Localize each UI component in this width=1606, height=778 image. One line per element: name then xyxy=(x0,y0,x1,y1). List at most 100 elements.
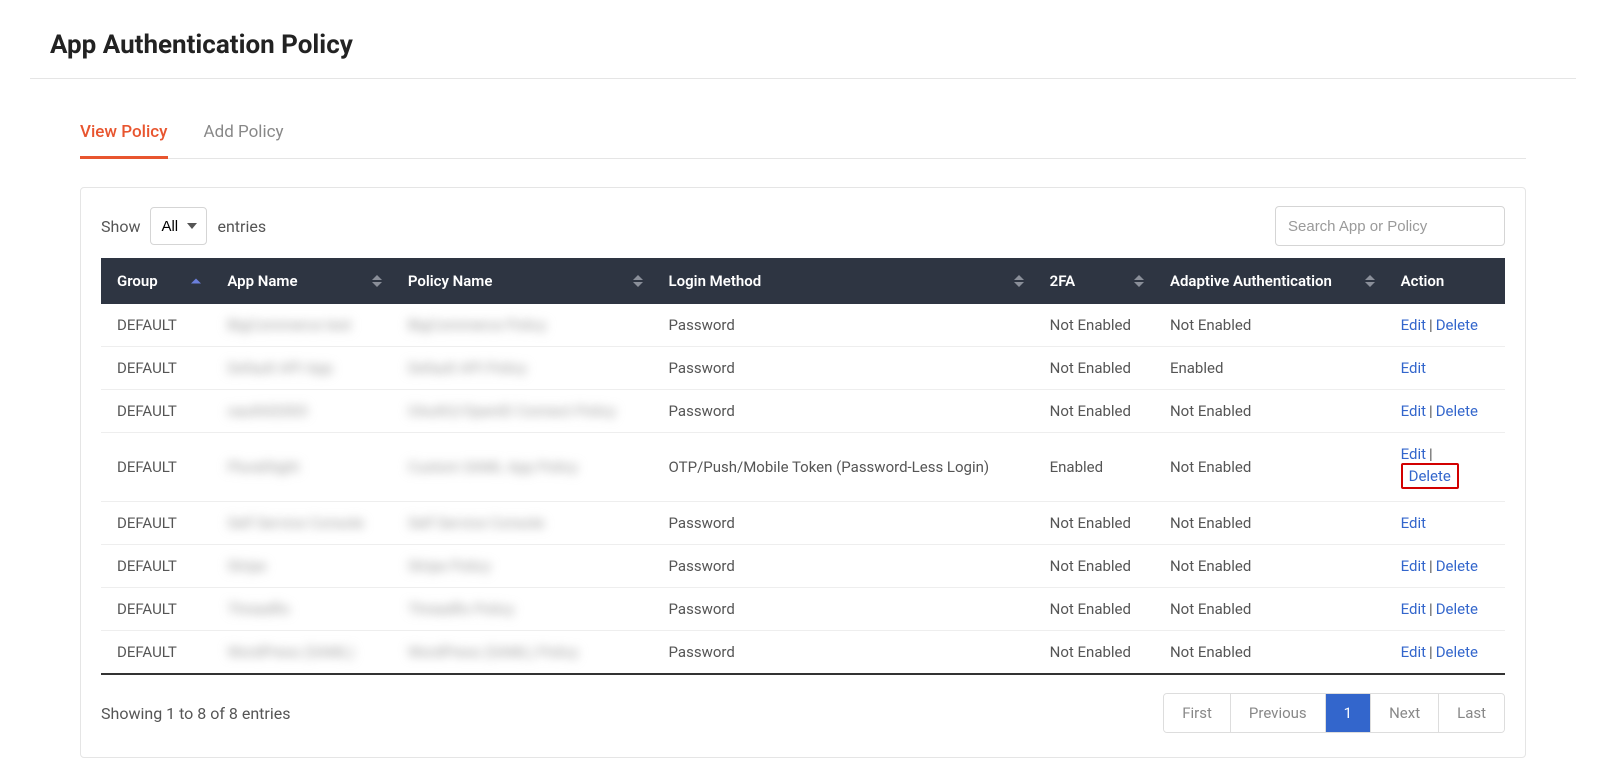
col-action-label: Action xyxy=(1401,272,1445,290)
sort-icon xyxy=(1365,275,1375,287)
action-separator: | xyxy=(1426,316,1436,334)
cell-adaptive: Not Enabled xyxy=(1154,502,1385,545)
sort-icon xyxy=(1134,275,1144,287)
cell-2fa: Not Enabled xyxy=(1034,502,1154,545)
action-separator: | xyxy=(1426,600,1436,618)
cell-app-name: Default API App xyxy=(211,347,392,390)
cell-policy-name: Custom SAML App Policy xyxy=(392,433,653,502)
cell-adaptive: Not Enabled xyxy=(1154,545,1385,588)
cell-app-name: Stripe xyxy=(211,545,392,588)
table-info: Showing 1 to 8 of 8 entries xyxy=(101,704,290,723)
cell-login-method: Password xyxy=(653,631,1034,675)
entries-select[interactable]: All xyxy=(150,207,207,245)
cell-adaptive: Not Enabled xyxy=(1154,390,1385,433)
cell-adaptive: Enabled xyxy=(1154,347,1385,390)
col-login-method[interactable]: Login Method xyxy=(653,258,1034,304)
pager-first[interactable]: First xyxy=(1164,694,1230,732)
cell-policy-name: Self Service Console xyxy=(392,502,653,545)
cell-adaptive: Not Enabled xyxy=(1154,631,1385,675)
cell-action: Edit|Delete xyxy=(1385,304,1505,347)
cell-group: DEFAULT xyxy=(101,390,211,433)
cell-app-name: WordPress (SAML) xyxy=(211,631,392,675)
table-row: DEFAULTBigCommerce testBigCommerce Polic… xyxy=(101,304,1505,347)
col-action: Action xyxy=(1385,258,1505,304)
cell-group: DEFAULT xyxy=(101,588,211,631)
cell-group: DEFAULT xyxy=(101,545,211,588)
edit-link[interactable]: Edit xyxy=(1401,557,1426,575)
col-policy-label: Policy Name xyxy=(408,272,493,290)
table-row: DEFAULToauth02003OAuth2/OpenID Connect P… xyxy=(101,390,1505,433)
cell-action: Edit|Delete xyxy=(1385,433,1505,502)
cell-adaptive: Not Enabled xyxy=(1154,433,1385,502)
col-2fa-label: 2FA xyxy=(1050,272,1076,290)
cell-login-method: Password xyxy=(653,390,1034,433)
cell-policy-name: WordPress (SAML) Policy xyxy=(392,631,653,675)
cell-group: DEFAULT xyxy=(101,502,211,545)
cell-app-name: oauth02003 xyxy=(211,390,392,433)
cell-2fa: Enabled xyxy=(1034,433,1154,502)
cell-group: DEFAULT xyxy=(101,433,211,502)
edit-link[interactable]: Edit xyxy=(1401,445,1426,463)
pager-next[interactable]: Next xyxy=(1370,694,1438,732)
edit-link[interactable]: Edit xyxy=(1401,514,1426,532)
cell-login-method: Password xyxy=(653,545,1034,588)
delete-link[interactable]: Delete xyxy=(1436,316,1478,334)
cell-action: Edit xyxy=(1385,502,1505,545)
edit-link[interactable]: Edit xyxy=(1401,643,1426,661)
pager-prev[interactable]: Previous xyxy=(1230,694,1325,732)
cell-login-method: Password xyxy=(653,588,1034,631)
cell-action: Edit|Delete xyxy=(1385,545,1505,588)
cell-action: Edit|Delete xyxy=(1385,631,1505,675)
delete-link[interactable]: Delete xyxy=(1436,557,1478,575)
pager: First Previous 1 Next Last xyxy=(1163,693,1505,733)
edit-link[interactable]: Edit xyxy=(1401,359,1426,377)
cell-2fa: Not Enabled xyxy=(1034,304,1154,347)
pager-last[interactable]: Last xyxy=(1438,694,1504,732)
col-group[interactable]: Group xyxy=(101,258,211,304)
cell-group: DEFAULT xyxy=(101,347,211,390)
edit-link[interactable]: Edit xyxy=(1401,316,1426,334)
delete-link[interactable]: Delete xyxy=(1436,402,1478,420)
cell-action: Edit|Delete xyxy=(1385,588,1505,631)
col-adaptive-label: Adaptive Authentication xyxy=(1170,272,1332,290)
cell-adaptive: Not Enabled xyxy=(1154,588,1385,631)
sort-icon xyxy=(1014,275,1024,287)
col-login-label: Login Method xyxy=(669,272,762,290)
delete-link[interactable]: Delete xyxy=(1436,643,1478,661)
table-row: DEFAULTWordPress (SAML)WordPress (SAML) … xyxy=(101,631,1505,675)
cell-2fa: Not Enabled xyxy=(1034,588,1154,631)
delete-link[interactable]: Delete xyxy=(1436,600,1478,618)
cell-app-name: Self Service Console xyxy=(211,502,392,545)
col-adaptive-auth[interactable]: Adaptive Authentication xyxy=(1154,258,1385,304)
cell-adaptive: Not Enabled xyxy=(1154,304,1385,347)
entries-label: entries xyxy=(217,217,266,236)
cell-policy-name: BigCommerce Policy xyxy=(392,304,653,347)
edit-link[interactable]: Edit xyxy=(1401,402,1426,420)
sort-icon xyxy=(372,275,382,287)
cell-2fa: Not Enabled xyxy=(1034,545,1154,588)
search-input[interactable] xyxy=(1275,206,1505,246)
table-row: DEFAULTThreadfixThreadfix PolicyPassword… xyxy=(101,588,1505,631)
delete-link[interactable]: Delete xyxy=(1401,463,1459,489)
col-app-label: App Name xyxy=(227,272,297,290)
show-label: Show xyxy=(101,217,140,236)
edit-link[interactable]: Edit xyxy=(1401,600,1426,618)
cell-action: Edit|Delete xyxy=(1385,390,1505,433)
cell-policy-name: Default API Policy xyxy=(392,347,653,390)
cell-login-method: Password xyxy=(653,347,1034,390)
col-2fa[interactable]: 2FA xyxy=(1034,258,1154,304)
cell-policy-name: Stripe Policy xyxy=(392,545,653,588)
cell-login-method: OTP/Push/Mobile Token (Password-Less Log… xyxy=(653,433,1034,502)
pager-page-1[interactable]: 1 xyxy=(1325,694,1370,732)
cell-group: DEFAULT xyxy=(101,304,211,347)
table-row: DEFAULTSelf Service ConsoleSelf Service … xyxy=(101,502,1505,545)
table-row: DEFAULTPluralSightCustom SAML App Policy… xyxy=(101,433,1505,502)
table-row: DEFAULTDefault API AppDefault API Policy… xyxy=(101,347,1505,390)
tab-add-policy[interactable]: Add Policy xyxy=(204,114,284,159)
col-app-name[interactable]: App Name xyxy=(211,258,392,304)
policy-table: Group App Name Policy Name Login Me xyxy=(101,258,1505,675)
cell-login-method: Password xyxy=(653,502,1034,545)
cell-action: Edit xyxy=(1385,347,1505,390)
col-policy-name[interactable]: Policy Name xyxy=(392,258,653,304)
tab-view-policy[interactable]: View Policy xyxy=(80,114,168,159)
